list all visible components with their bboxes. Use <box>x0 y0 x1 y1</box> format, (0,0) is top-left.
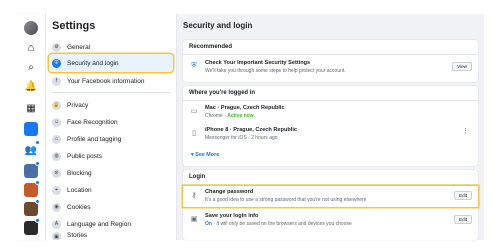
face-icon: ☺ <box>52 117 61 127</box>
session-row[interactable]: ▭ Mac · Prague, Czech Republic Chrome · … <box>183 102 478 122</box>
bell-icon[interactable]: 🔔 <box>23 78 39 94</box>
sidebar-item-face-recognition[interactable]: ☺ Face Recognition <box>49 113 173 131</box>
tag-icon: ⌂ <box>52 134 61 144</box>
session-row[interactable]: ▯ iPhone 8 · Prague, Czech Republic Mess… <box>183 124 478 144</box>
sidebar-item-label: Blocking <box>67 169 92 177</box>
sidebar-item-label: Privacy <box>67 101 89 109</box>
sidebar-item-label: Language and Region <box>67 220 131 228</box>
profile-avatar[interactable] <box>23 20 39 36</box>
session-detail: Messenger for iOS · 2 hours ago <box>205 135 278 141</box>
see-more-link[interactable]: ▾ See More <box>191 152 219 158</box>
security-checkup-subtitle: We'll take you through some steps to hel… <box>205 68 346 74</box>
sidebar-item-facebook-info[interactable]: f Your Facebook information <box>49 72 173 90</box>
change-password-subtitle: It's a good idea to use a strong passwor… <box>205 197 367 203</box>
group-shortcut-1[interactable] <box>23 161 40 179</box>
save-login-icon: ▣ <box>190 216 198 223</box>
sidebar-item-label: Location <box>67 186 92 194</box>
session-detail: Chrome · Active now <box>205 113 254 119</box>
sidebar-item-stories[interactable]: ▣ Stories <box>49 232 173 240</box>
lock-icon: 🔒 <box>52 100 61 110</box>
edit-password-button[interactable]: Edit <box>454 191 472 200</box>
login-header: Login <box>183 170 478 185</box>
logged-in-card: Where you're logged in ▭ Mac · Prague, C… <box>183 86 478 166</box>
search-icon[interactable]: ⌕ <box>23 59 39 75</box>
save-login-title: Save your login info <box>205 213 259 219</box>
sidebar-item-label: General <box>67 43 91 51</box>
sidebar-item-label: Cookies <box>67 203 91 211</box>
sidebar-item-label: Security and login <box>67 59 119 67</box>
security-checkup-row[interactable]: ⛨ Check Your Important Security Settings… <box>183 57 478 77</box>
sidebar-item-blocking[interactable]: ⊘ Blocking <box>49 164 173 182</box>
sidebar-item-label: Profile and tagging <box>67 135 122 143</box>
recommended-card: Recommended ⛨ Check Your Important Secur… <box>183 40 478 82</box>
block-icon: ⊘ <box>52 168 61 178</box>
stories-icon: ▣ <box>52 232 61 240</box>
group-shortcut-2[interactable] <box>23 180 40 198</box>
group-shortcut-4[interactable] <box>23 218 40 236</box>
apps-grid-icon[interactable]: ▦ <box>23 100 39 116</box>
sidebar-item-public-posts[interactable]: ◍ Public posts <box>49 147 173 165</box>
edit-save-login-button[interactable]: Edit <box>454 215 472 224</box>
cookie-icon: ◉ <box>52 202 61 212</box>
language-icon: A <box>52 219 61 229</box>
sidebar-item-profile-tagging[interactable]: ⌂ Profile and tagging <box>49 130 173 148</box>
shield-check-icon: ⛨ <box>191 62 197 69</box>
gear-icon: ⚙ <box>52 42 61 52</box>
save-login-status: On <box>205 221 212 227</box>
home-icon[interactable]: ⌂ <box>23 40 39 56</box>
recommended-header: Recommended <box>183 40 478 55</box>
session-device: Mac · Prague, Czech Republic <box>205 105 285 111</box>
friends-icon[interactable]: 👥 <box>23 140 40 158</box>
sidebar-item-security[interactable]: ⛨ Security and login <box>49 54 173 72</box>
location-pin-icon: ⌖ <box>52 185 61 195</box>
sidebar-item-privacy[interactable]: 🔒 Privacy <box>49 96 173 114</box>
sidebar-item-label: Face Recognition <box>67 118 118 126</box>
sidebar-item-label: Stories <box>67 232 88 239</box>
change-password-row[interactable]: ⚷ Change password It's a good idea to us… <box>183 186 478 207</box>
sidebar-item-label: Public posts <box>67 152 103 160</box>
globe-icon: ◍ <box>52 151 61 161</box>
view-button[interactable]: View <box>452 62 472 71</box>
page-title: Security and login <box>183 21 253 30</box>
change-password-title: Change password <box>205 189 254 195</box>
watch-icon[interactable] <box>23 121 39 137</box>
key-icon: ⚷ <box>191 192 197 199</box>
save-login-subtitle: On · It will only be saved on the browse… <box>205 221 352 227</box>
phone-icon: ▯ <box>192 130 196 137</box>
shield-icon: ⛨ <box>52 58 61 68</box>
app-rail: ⌂ ⌕ 🔔 ▦ 👥 <box>16 14 46 240</box>
group-shortcut-3[interactable] <box>23 199 40 217</box>
laptop-icon: ▭ <box>190 108 198 115</box>
sidebar-item-location[interactable]: ⌖ Location <box>49 181 173 199</box>
login-card: Login ⚷ Change password It's a good idea… <box>183 170 478 240</box>
sidebar-divider <box>52 92 170 93</box>
sidebar-item-label: Your Facebook information <box>67 77 145 85</box>
sidebar-title: Settings <box>52 20 96 32</box>
security-checkup-title: Check Your Important Security Settings <box>205 60 311 66</box>
logged-in-header: Where you're logged in <box>183 86 478 101</box>
main-content: Security and login Recommended ⛨ Check Y… <box>176 14 484 240</box>
facebook-icon: f <box>52 76 61 86</box>
session-device: iPhone 8 · Prague, Czech Republic <box>205 127 298 133</box>
sidebar-item-language[interactable]: A Language and Region <box>49 215 173 233</box>
more-options-icon[interactable]: ⋮ <box>462 128 469 135</box>
sidebar-item-cookies[interactable]: ◉ Cookies <box>49 198 173 216</box>
active-now-status: Active now <box>227 113 254 119</box>
save-login-row[interactable]: ▣ Save your login info On · It will only… <box>183 210 478 230</box>
settings-sidebar: Settings ⚙ General ⛨ Security and login … <box>46 14 176 240</box>
